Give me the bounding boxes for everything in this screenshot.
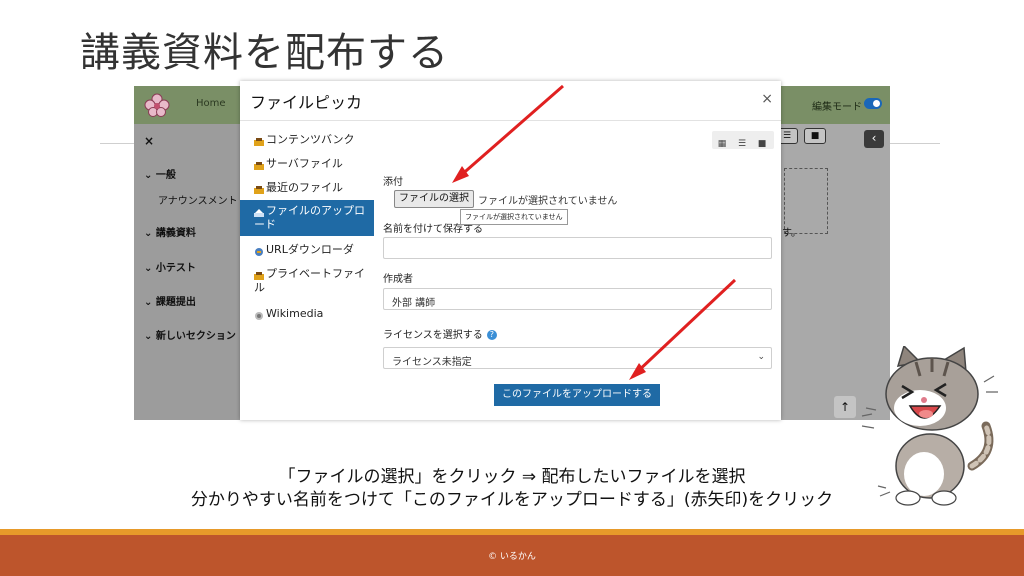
close-icon[interactable]: × [761,91,773,107]
scroll-top-icon[interactable]: ↑ [834,396,856,418]
repo-upload-file[interactable]: ファイルのアップロード [240,200,374,236]
slide-title: 講義資料を配布する [80,30,449,76]
license-selected-value: ライセンス未指定 [392,357,472,368]
view-mode-buttons: ▦ ☰ ■ [712,131,774,149]
wikimedia-icon [254,310,264,320]
section-assignment-label: 課題提出 [155,297,196,308]
drawer-close-icon[interactable]: × [144,134,154,148]
upload-this-file-button[interactable]: このファイルをアップロードする [494,384,660,406]
edit-mode-toggle[interactable] [864,98,882,109]
upload-icon [254,207,264,217]
edit-mode-label: 編集モード [812,102,862,113]
repo-private-files[interactable]: プライベートファイル [240,267,374,295]
repository-icon [254,136,264,146]
attachment-label: 添付 [383,177,403,188]
choose-file-button[interactable]: ファイルの選択 [394,190,474,208]
section-lecture-materials[interactable]: ⌄ 講義資料 [144,224,196,239]
repo-wikimedia[interactable]: Wikimedia [240,307,374,321]
help-icon[interactable]: ? [486,330,497,340]
no-file-selected-text: ファイルが選択されていません [478,196,618,207]
author-input[interactable]: 外部 講師 [383,288,772,310]
section-quiz-label: 小テスト [155,263,196,274]
repo-label: ファイルのアップロード [254,204,365,231]
license-label: ライセンスを選択する? [383,326,497,341]
section-lecture-materials-label: 講義資料 [155,228,196,239]
section-quiz[interactable]: ⌄ 小テスト [144,259,196,274]
copyright-text: © いるかん [488,552,536,562]
section-new-label: 新しいセクション [155,331,236,342]
file-input-tooltip: ファイルが選択されていません [460,209,568,225]
repository-icon [254,270,264,280]
course-index-drawer: × ⌄ 一般 アナウンスメント ⌄ 講義資料 ⌄ 小テスト ⌄ 課題提出 ⌄ 新… [134,124,240,420]
repo-server-files[interactable]: サーバファイル [240,157,374,171]
section-assignment[interactable]: ⌄ 課題提出 [144,293,196,308]
repo-label: サーバファイル [266,157,343,170]
folder-view-icon[interactable]: ■ [752,135,772,153]
partial-text: す。 [782,228,801,239]
author-label: 作成者 [383,274,413,285]
dialog-title: ファイルピッカ [250,93,363,112]
laughing-cat-illustration [861,346,998,506]
url-icon [254,246,264,256]
license-label-text: ライセンスを選択する [383,330,483,341]
section-general[interactable]: ⌄ 一般 [144,166,176,181]
repo-content-bank[interactable]: コンテンツバンク [240,133,374,147]
footer-bar: © いるかん [0,535,1024,576]
repo-label: Wikimedia [266,307,324,320]
block-drawer-toggle-icon[interactable]: ‹ [864,130,884,148]
repo-label: URLダウンローダ [266,243,354,256]
activity-announcements[interactable]: アナウンスメント [158,192,238,207]
repo-url-downloader[interactable]: URLダウンローダ [240,243,374,257]
home-link[interactable]: Home [196,98,226,109]
license-select[interactable]: ライセンス未指定 ⌄ [383,347,772,369]
file-picker-dialog: ファイルピッカ × コンテンツバンク サーバファイル 最近のファイル ファイルの… [240,81,781,420]
repo-label: 最近のファイル [266,181,343,194]
list-view-icon[interactable]: ☰ [732,135,752,153]
section-new[interactable]: ⌄ 新しいセクション [144,327,236,342]
folder-icon[interactable]: ■ [804,128,826,144]
save-as-input[interactable] [383,237,772,259]
repo-label: コンテンツバンク [266,133,355,146]
repository-icon [254,184,264,194]
chevron-down-icon: ⌄ [757,352,765,362]
flower-logo-icon [144,93,170,117]
dialog-header: ファイルピッカ × [240,81,781,121]
repo-label: プライベートファイル [254,267,365,294]
repo-recent-files[interactable]: 最近のファイル [240,181,374,195]
repository-icon [254,160,264,170]
section-general-label: 一般 [155,170,176,181]
grid-view-icon[interactable]: ▦ [712,135,732,153]
